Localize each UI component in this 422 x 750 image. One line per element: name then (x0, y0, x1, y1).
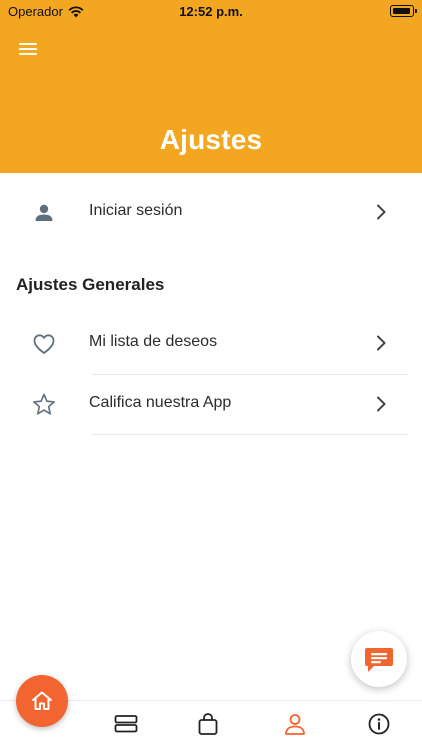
chat-icon (365, 648, 393, 672)
divider (92, 434, 408, 435)
home-button[interactable] (16, 675, 68, 727)
star-icon (33, 393, 55, 415)
wishlist-row[interactable]: Mi lista de deseos (0, 313, 422, 373)
battery-icon (390, 5, 417, 17)
chat-button[interactable] (351, 631, 407, 687)
home-icon (32, 691, 52, 710)
rate-app-row[interactable]: Califica nuestra App (0, 374, 422, 434)
tab-cart[interactable] (195, 711, 221, 737)
section-title: Ajustes Generales (16, 275, 165, 294)
hamburger-icon (19, 43, 37, 45)
status-bar: Operador 12:52 p.m. (0, 0, 422, 24)
heart-icon (33, 334, 55, 354)
tab-info[interactable] (366, 711, 392, 737)
tab-catalog[interactable] (113, 711, 139, 737)
tab-profile[interactable] (282, 711, 308, 737)
rate-app-label: Califica nuestra App (89, 394, 232, 411)
menu-button[interactable] (18, 40, 40, 58)
status-time: 12:52 p.m. (179, 4, 243, 19)
chevron-right-icon (377, 335, 386, 351)
header: Operador 12:52 p.m. Ajustes (0, 0, 422, 173)
wishlist-label: Mi lista de deseos (89, 333, 218, 350)
user-icon (35, 204, 53, 221)
login-row[interactable]: Iniciar sesión (0, 182, 422, 242)
page-title: Ajustes (159, 124, 263, 155)
chevron-right-icon (377, 396, 386, 412)
login-label: Iniciar sesión (89, 202, 183, 219)
chevron-right-icon (377, 204, 386, 220)
